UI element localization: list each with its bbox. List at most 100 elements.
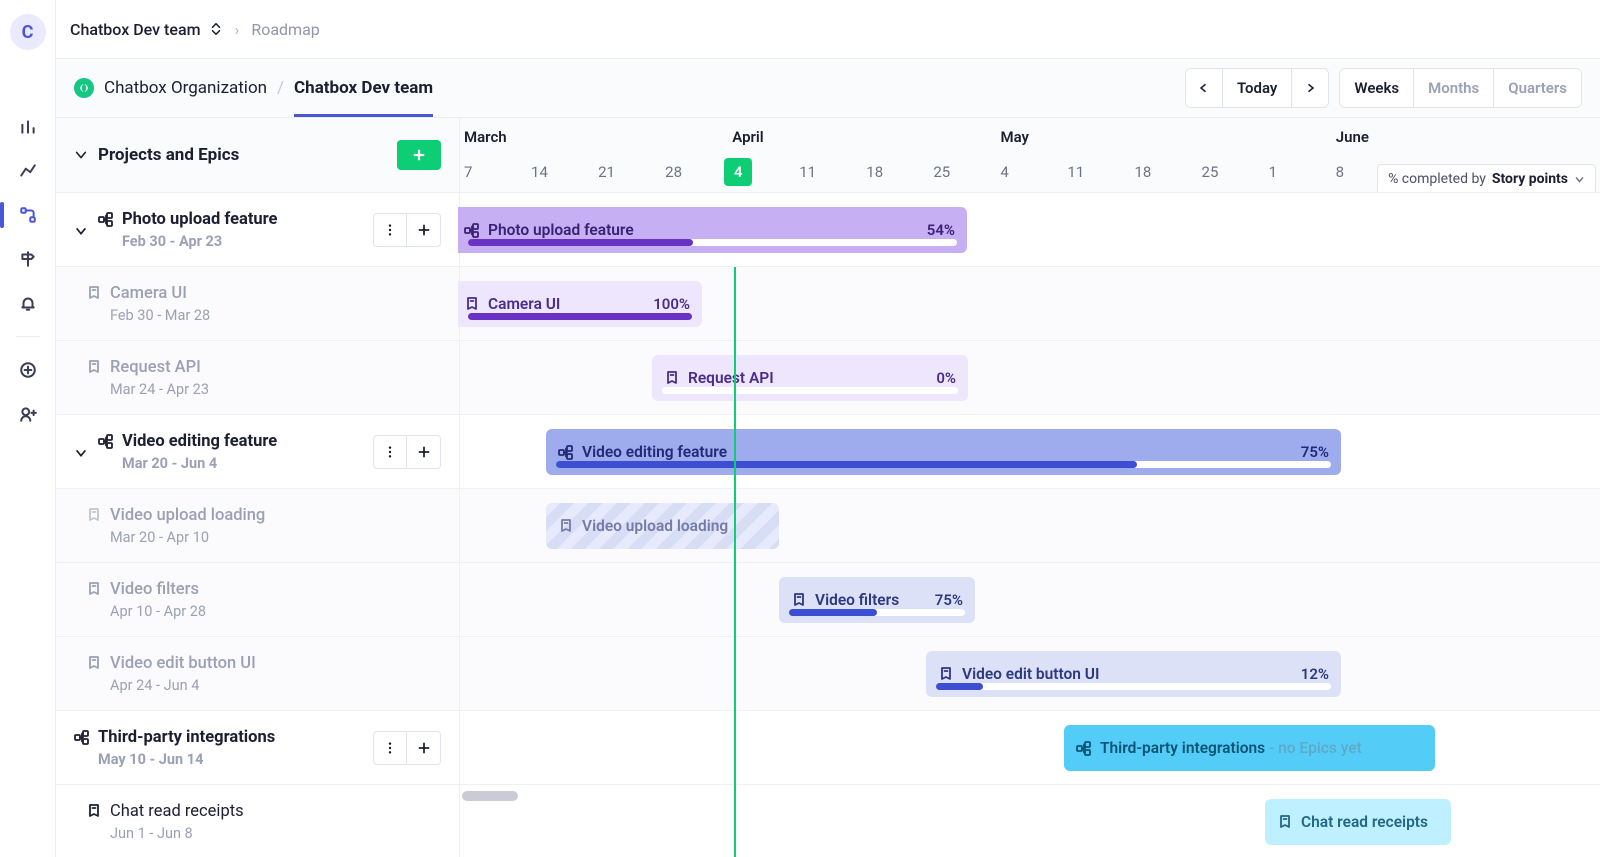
timeline-bar[interactable]: Camera UI100% — [458, 281, 702, 327]
today-button[interactable]: Today — [1222, 69, 1291, 107]
bar-percent: 75% — [935, 591, 963, 609]
row-title: Request API — [110, 358, 201, 377]
row-title: Camera UI — [110, 284, 187, 303]
row-lane: Video upload loading — [460, 489, 1600, 562]
side-header: Projects and Epics — [56, 118, 460, 192]
nav-invite[interactable] — [8, 397, 48, 431]
day-label: 21 — [594, 163, 661, 181]
plus-circle-icon — [19, 361, 37, 379]
nav-milestones[interactable] — [8, 242, 48, 276]
date-nav-group: Today — [1185, 68, 1329, 108]
day-label: 1 — [1265, 163, 1332, 181]
row-menu-button[interactable] — [373, 435, 407, 469]
progress-track — [662, 387, 958, 394]
chevron-right-icon — [1304, 82, 1316, 94]
row-title: Video edit button UI — [110, 654, 256, 673]
row-side[interactable]: Video filters Apr 10 - Apr 28 — [56, 563, 460, 636]
row-title: Video filters — [110, 580, 199, 599]
team-tab[interactable]: Chatbox Dev team — [294, 78, 433, 117]
bar-percent: 0% — [936, 369, 956, 387]
row-menu-button[interactable] — [373, 731, 407, 765]
row-add-button[interactable] — [407, 435, 441, 469]
row-side[interactable]: Video upload loadingMar 20 - Apr 10 — [56, 489, 460, 562]
project-icon — [98, 433, 114, 449]
timeline-bar[interactable]: Chat read receipts — [1265, 799, 1451, 845]
epic-row: Request APIMar 24 - Apr 23Request API0% — [56, 341, 1600, 415]
zoom-months[interactable]: Months — [1413, 69, 1493, 107]
day-label: 11 — [1063, 163, 1130, 181]
side-title: Projects and Epics — [98, 145, 239, 165]
day-label: 7 — [460, 163, 527, 181]
epic-icon — [86, 359, 102, 375]
nav-notifications[interactable] — [8, 286, 48, 320]
row-dates: Mar 20 - Jun 4 — [98, 455, 277, 472]
bars-icon — [19, 118, 37, 136]
chevron-down-icon[interactable] — [74, 148, 88, 162]
team-switcher[interactable]: Chatbox Dev team — [70, 20, 223, 39]
nav-insights[interactable] — [8, 154, 48, 188]
row-dates: Apr 10 - Apr 28 — [86, 603, 206, 620]
project-icon — [74, 729, 90, 745]
row-menu-button[interactable] — [373, 213, 407, 247]
month-label: April — [728, 118, 996, 152]
row-side[interactable]: Video editing featureMar 20 - Jun 4 — [56, 415, 460, 488]
day-label: 4 — [728, 158, 795, 186]
timeline-bar[interactable]: Request API 0% — [652, 355, 968, 401]
timeline-bar[interactable]: Photo upload feature54% — [458, 207, 967, 253]
timeline-bar[interactable]: Video upload loading — [546, 503, 779, 549]
org-link[interactable]: Chatbox Organization — [104, 78, 267, 98]
row-dates: Mar 20 - Apr 10 — [86, 529, 265, 546]
epic-row: Camera UI Feb 30 - Mar 28 Camera UI100% — [56, 267, 1600, 341]
month-label: June — [1332, 118, 1600, 152]
row-actions — [373, 435, 441, 469]
row-lane: Photo upload feature54% — [460, 193, 1600, 266]
row-actions — [373, 731, 441, 765]
timeline-bar[interactable]: Video edit button UI12% — [926, 651, 1341, 697]
bar-label: Video upload loading — [582, 517, 767, 535]
completion-metric-dropdown[interactable]: % completed by Story points — [1377, 164, 1596, 192]
row-side[interactable]: Request APIMar 24 - Apr 23 — [56, 341, 460, 414]
next-period-button[interactable] — [1291, 69, 1328, 107]
progress-fill — [468, 239, 693, 246]
bar-label: Chat read receipts — [1301, 813, 1439, 831]
row-side[interactable]: Photo upload featureFeb 30 - Apr 23 — [56, 193, 460, 266]
nav-dashboard[interactable] — [8, 110, 48, 144]
project-icon — [464, 222, 480, 238]
project-row: Photo upload featureFeb 30 - Apr 23Photo… — [56, 193, 1600, 267]
epic-icon — [558, 518, 574, 534]
breadcrumb-current: Roadmap — [251, 20, 319, 39]
row-side[interactable]: Video edit button UIApr 24 - Jun 4 — [56, 637, 460, 710]
timeline-bar[interactable]: Video filters75% — [779, 577, 975, 623]
prev-period-button[interactable] — [1186, 69, 1222, 107]
breadcrumb-sep: › — [235, 20, 240, 39]
row-add-button[interactable] — [407, 731, 441, 765]
timeline-bar[interactable]: Video editing feature75% — [546, 429, 1341, 475]
horizontal-scrollbar[interactable] — [462, 791, 518, 801]
plus-icon — [417, 741, 431, 755]
add-project-button[interactable] — [397, 140, 441, 170]
chevron-down-icon[interactable] — [74, 224, 88, 238]
zoom-weeks[interactable]: Weeks — [1340, 69, 1413, 107]
time-header: MarchAprilMayJune 7142128411182541118251… — [460, 118, 1600, 192]
project-icon — [558, 444, 574, 460]
row-dates: Feb 30 - Mar 28 — [86, 307, 210, 324]
bar-label: Request API — [688, 369, 926, 387]
chevron-down-icon[interactable] — [74, 446, 88, 460]
chevron-down-icon — [1574, 174, 1585, 185]
workspace-logo[interactable]: C — [10, 14, 46, 50]
nav-create[interactable] — [8, 353, 48, 387]
row-side[interactable]: Chat read receiptsJun 1 - Jun 8 — [56, 785, 460, 857]
main-area: Chatbox Dev team › Roadmap Chatbox Organ… — [56, 0, 1600, 857]
completion-prefix: % completed by — [1388, 171, 1486, 187]
roadmap-icon — [19, 206, 37, 224]
timeline-bar[interactable]: Third-party integrations - no Epics yet — [1064, 725, 1435, 771]
rail-divider — [16, 336, 40, 337]
epic-icon — [86, 581, 102, 597]
day-label: 4 — [996, 163, 1063, 181]
progress-fill — [789, 609, 877, 616]
row-side[interactable]: Third-party integrationsMay 10 - Jun 14 — [56, 711, 460, 784]
zoom-quarters[interactable]: Quarters — [1493, 69, 1581, 107]
row-side[interactable]: Camera UI Feb 30 - Mar 28 — [56, 267, 460, 340]
nav-roadmap[interactable] — [8, 198, 48, 232]
row-add-button[interactable] — [407, 213, 441, 247]
